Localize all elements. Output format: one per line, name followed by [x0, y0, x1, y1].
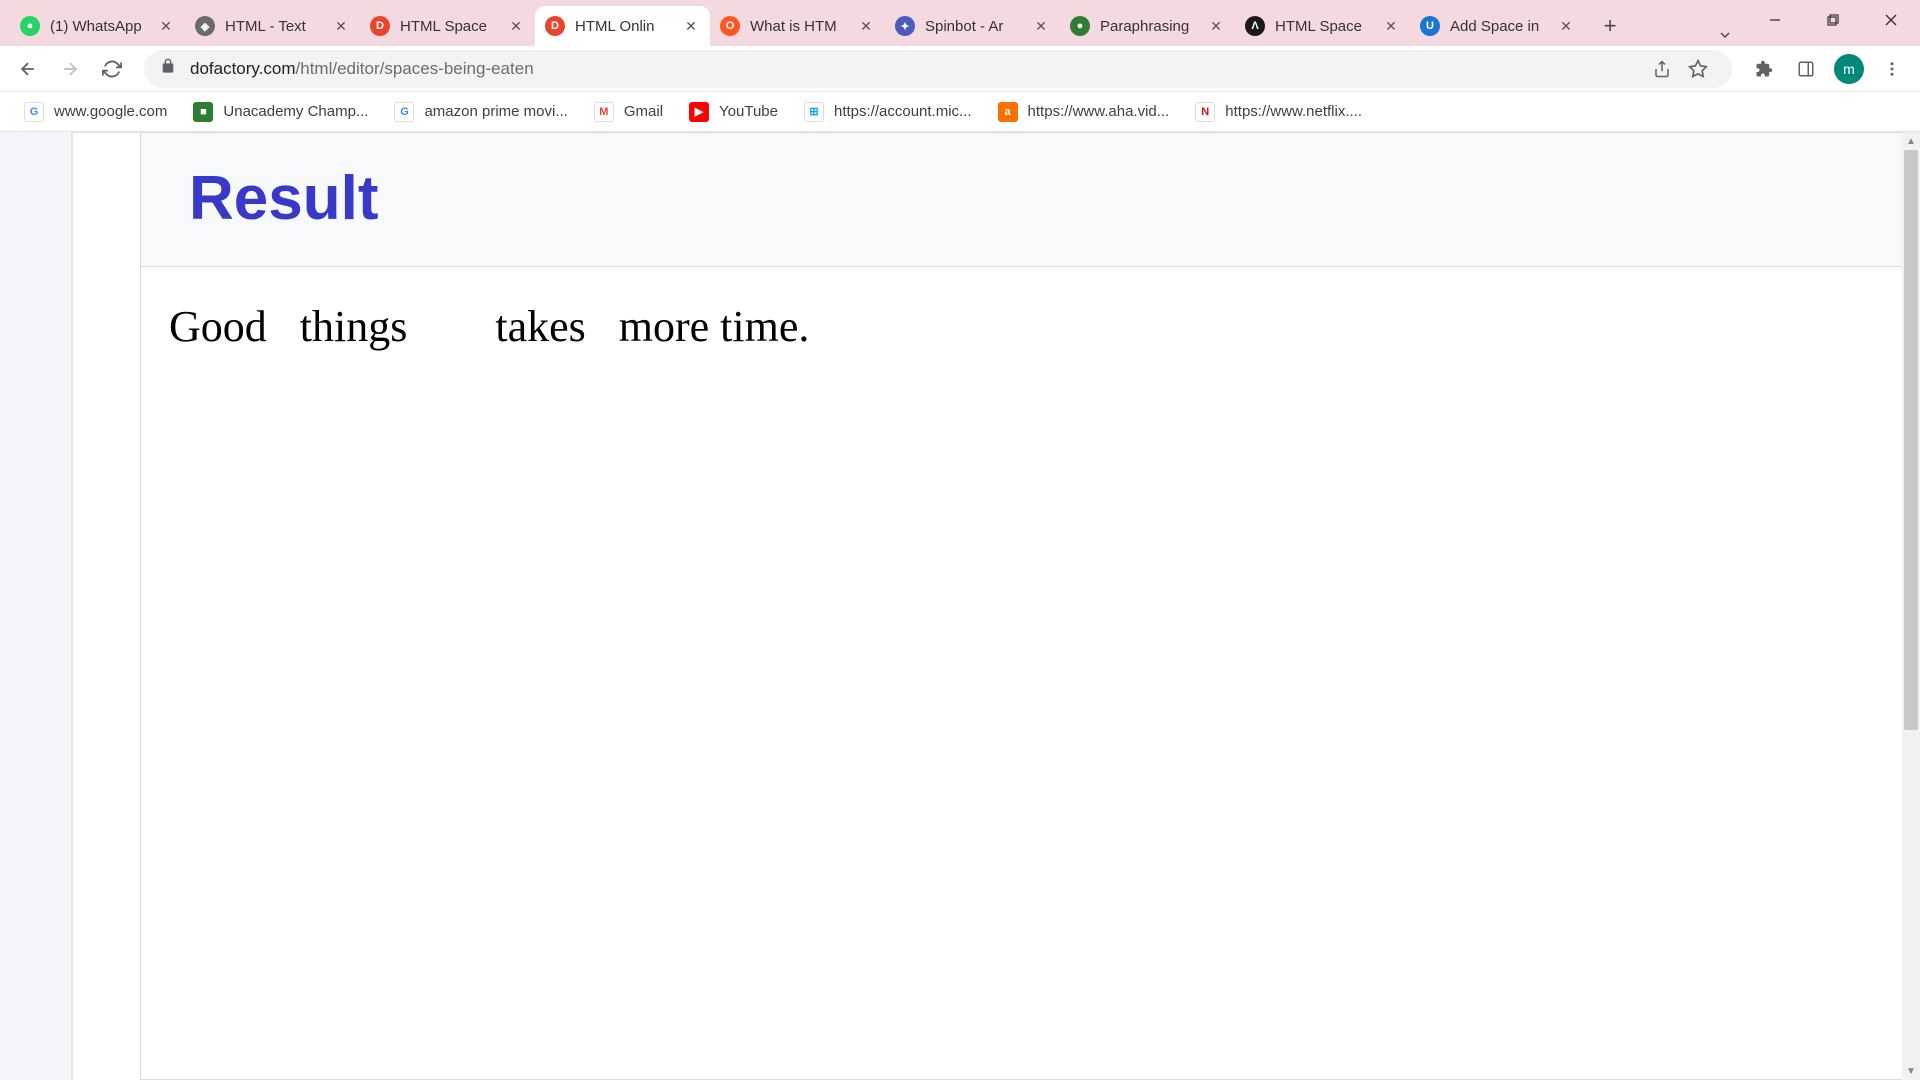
- netflix-icon: N: [1195, 102, 1215, 122]
- bookmark-star-icon[interactable]: [1680, 51, 1716, 87]
- bookmark-microsoft[interactable]: ⊞ https://account.mic...: [794, 96, 982, 128]
- editor-panel-edge: [72, 132, 140, 1080]
- whatsapp-icon: ●: [20, 16, 40, 36]
- close-icon[interactable]: ✕: [857, 17, 875, 35]
- opera-icon: O: [720, 16, 740, 36]
- close-icon[interactable]: ✕: [682, 17, 700, 35]
- tab-title: HTML Onlin: [575, 18, 682, 35]
- bookmark-netflix[interactable]: N https://www.netflix....: [1185, 96, 1372, 128]
- close-icon[interactable]: ✕: [1032, 17, 1050, 35]
- tab-title: HTML Space: [1275, 18, 1382, 35]
- result-panel: Result Good things takes more time.: [140, 132, 1908, 1080]
- unacademy-icon: ■: [193, 102, 213, 122]
- site-icon: U: [1420, 16, 1440, 36]
- new-tab-button[interactable]: +: [1593, 9, 1627, 43]
- close-icon[interactable]: ✕: [1382, 17, 1400, 35]
- microsoft-icon: ⊞: [804, 102, 824, 122]
- site-icon: Λ: [1245, 16, 1265, 36]
- bookmark-unacademy[interactable]: ■ Unacademy Champ...: [183, 96, 378, 128]
- maximize-button[interactable]: [1804, 0, 1862, 40]
- result-header: Result: [141, 133, 1907, 267]
- dofactory-icon: D: [370, 16, 390, 36]
- tab-title: What is HTM: [750, 18, 857, 35]
- bookmark-aha[interactable]: a https://www.aha.vid...: [988, 96, 1180, 128]
- scrollbar-thumb[interactable]: [1904, 150, 1918, 730]
- profile-avatar[interactable]: m: [1834, 54, 1864, 84]
- minimize-button[interactable]: [1746, 0, 1804, 40]
- gmail-icon: M: [594, 102, 614, 122]
- reload-button[interactable]: [94, 51, 130, 87]
- tab-html-space-1[interactable]: D HTML Space ✕: [360, 6, 535, 46]
- tab-add-space[interactable]: U Add Space in ✕: [1410, 6, 1585, 46]
- tab-search-button[interactable]: [1705, 27, 1745, 43]
- aha-icon: a: [998, 102, 1018, 122]
- bookmark-label: https://www.netflix....: [1225, 103, 1362, 120]
- bookmark-gmail[interactable]: M Gmail: [584, 96, 673, 128]
- bookmark-google[interactable]: G www.google.com: [14, 96, 177, 128]
- bookmark-label: https://www.aha.vid...: [1028, 103, 1170, 120]
- tab-whatsapp[interactable]: ● (1) WhatsApp ✕: [10, 6, 185, 46]
- google-icon: G: [24, 102, 44, 122]
- tab-html-online[interactable]: D HTML Onlin ✕: [535, 6, 710, 46]
- browser-toolbar: dofactory.com/html/editor/spaces-being-e…: [0, 46, 1920, 92]
- result-output-text: Good things takes more time.: [141, 267, 1907, 386]
- bookmarks-bar: G www.google.com ■ Unacademy Champ... G …: [0, 92, 1920, 132]
- tab-title: Add Space in: [1450, 18, 1557, 35]
- tab-spinbot[interactable]: ✦ Spinbot - Ar ✕: [885, 6, 1060, 46]
- share-icon[interactable]: [1644, 51, 1680, 87]
- address-bar[interactable]: dofactory.com/html/editor/spaces-being-e…: [144, 50, 1732, 88]
- tab-html-text[interactable]: ◈ HTML - Text ✕: [185, 6, 360, 46]
- dofactory-icon: D: [545, 16, 565, 36]
- profile-initial: m: [1843, 61, 1855, 77]
- close-icon[interactable]: ✕: [1207, 17, 1225, 35]
- bookmark-youtube[interactable]: ▶ YouTube: [679, 96, 788, 128]
- menu-icon[interactable]: [1874, 51, 1910, 87]
- url-text: dofactory.com/html/editor/spaces-being-e…: [190, 59, 1644, 79]
- forward-button[interactable]: [52, 51, 88, 87]
- close-icon[interactable]: ✕: [1557, 17, 1575, 35]
- bookmark-amazon-prime[interactable]: G amazon prime movi...: [384, 96, 577, 128]
- close-icon[interactable]: ✕: [507, 17, 525, 35]
- tab-html-space-2[interactable]: Λ HTML Space ✕: [1235, 6, 1410, 46]
- youtube-icon: ▶: [689, 102, 709, 122]
- close-window-button[interactable]: [1862, 0, 1920, 40]
- paraphrase-icon: ●: [1070, 16, 1090, 36]
- side-panel-icon[interactable]: [1788, 51, 1824, 87]
- result-heading: Result: [189, 163, 1859, 234]
- editor-left-rail: [0, 132, 72, 1080]
- lock-icon: [160, 58, 176, 79]
- scroll-down-arrow[interactable]: ▼: [1902, 1062, 1920, 1080]
- tab-title: (1) WhatsApp: [50, 18, 157, 35]
- bookmark-label: Gmail: [624, 103, 663, 120]
- window-controls: [1746, 0, 1920, 40]
- spinbot-icon: ✦: [895, 16, 915, 36]
- tab-paraphrasing[interactable]: ● Paraphrasing ✕: [1060, 6, 1235, 46]
- bookmark-label: Unacademy Champ...: [223, 103, 368, 120]
- back-button[interactable]: [10, 51, 46, 87]
- tab-title: HTML Space: [400, 18, 507, 35]
- tab-what-is-html[interactable]: O What is HTM ✕: [710, 6, 885, 46]
- extensions-icon[interactable]: [1746, 51, 1782, 87]
- tab-title: HTML - Text: [225, 18, 332, 35]
- tab-title: Paraphrasing: [1100, 18, 1207, 35]
- bookmark-label: https://account.mic...: [834, 103, 972, 120]
- bookmark-label: www.google.com: [54, 103, 167, 120]
- close-icon[interactable]: ✕: [332, 17, 350, 35]
- site-icon: ◈: [195, 16, 215, 36]
- bookmark-label: YouTube: [719, 103, 778, 120]
- tab-strip: ● (1) WhatsApp ✕ ◈ HTML - Text ✕ D HTML …: [0, 0, 1920, 46]
- close-icon[interactable]: ✕: [157, 17, 175, 35]
- google-icon: G: [394, 102, 414, 122]
- vertical-scrollbar[interactable]: ▲ ▼: [1902, 132, 1920, 1080]
- page-content: Result Good things takes more time.: [0, 132, 1920, 1080]
- tab-title: Spinbot - Ar: [925, 18, 1032, 35]
- bookmark-label: amazon prime movi...: [424, 103, 567, 120]
- scroll-up-arrow[interactable]: ▲: [1902, 132, 1920, 150]
